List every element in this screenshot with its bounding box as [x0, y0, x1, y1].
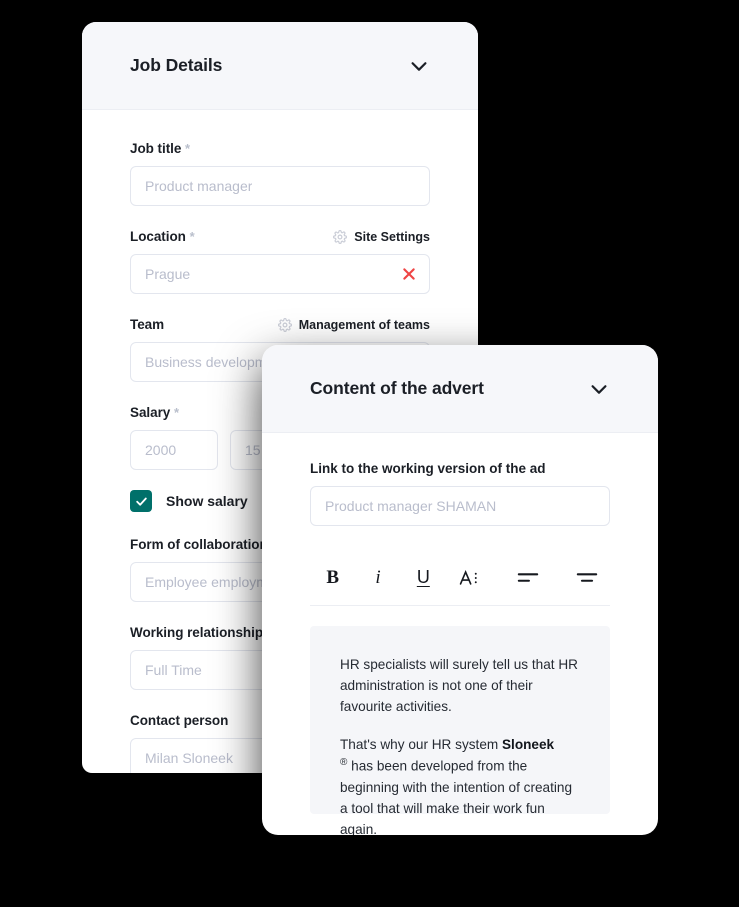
brand-name: Sloneek	[501, 737, 555, 753]
show-salary-checkbox[interactable]	[130, 490, 152, 512]
align-left-icon[interactable]	[505, 559, 550, 597]
screenshot-stage: Job Details Job title * Product manager	[0, 0, 739, 907]
advert-link-input[interactable]: Product manager SHAMAN	[310, 486, 610, 526]
advert-body: Link to the working version of the ad Pr…	[262, 433, 658, 835]
required-marker: *	[173, 405, 179, 420]
label-form-of-collaboration: Form of collaboration	[130, 537, 268, 552]
required-marker: *	[189, 229, 195, 244]
label-text: Job title	[130, 141, 182, 156]
job-title-placeholder: Product manager	[145, 178, 253, 194]
underline-icon[interactable]: U	[401, 559, 446, 597]
editor-paragraph-1: HR specialists will surely tell us that …	[340, 657, 578, 715]
label-location: Location *	[130, 229, 195, 244]
management-of-teams-link[interactable]: Management of teams	[277, 317, 430, 332]
field-location: Location * Site Settings Prague	[130, 228, 430, 294]
editor-p2-post: has been developed from the beginning wi…	[340, 758, 573, 835]
label-salary: Salary *	[130, 405, 179, 420]
job-details-header[interactable]: Job Details	[82, 22, 478, 110]
label-row-job-title: Job title *	[130, 140, 430, 157]
text-style-icon[interactable]	[446, 559, 491, 597]
advert-link-placeholder: Product manager SHAMAN	[325, 498, 497, 514]
chevron-down-icon[interactable]	[588, 378, 610, 400]
gear-icon	[277, 317, 292, 332]
label-contact-person: Contact person	[130, 713, 229, 728]
field-job-title: Job title * Product manager	[130, 140, 430, 206]
advert-header[interactable]: Content of the advert	[262, 345, 658, 433]
working-relationship-placeholder: Full Time	[145, 662, 202, 678]
required-marker: *	[185, 141, 191, 156]
site-settings-link[interactable]: Site Settings	[333, 230, 430, 244]
chevron-down-icon[interactable]	[408, 55, 430, 77]
close-icon[interactable]	[401, 266, 417, 282]
label-text: Location	[130, 229, 186, 244]
salary-to-placeholder: 15	[245, 442, 261, 458]
label-text: Team	[130, 317, 165, 332]
job-details-title: Job Details	[130, 55, 223, 75]
advert-link-label: Link to the working version of the ad	[310, 461, 546, 476]
label-job-title: Job title *	[130, 141, 190, 156]
italic-icon[interactable]: i	[355, 559, 400, 597]
label-team: Team	[130, 317, 164, 332]
advert-content-card: Content of the advert Link to the workin…	[262, 345, 658, 835]
editor-toolbar: B i U	[310, 552, 610, 606]
job-title-input[interactable]: Product manager	[130, 166, 430, 206]
label-row-location: Location * Site Settings	[130, 228, 430, 245]
label-text: Salary	[130, 405, 171, 420]
label-row-team: Team Management of teams	[130, 316, 430, 333]
management-of-teams-label: Management of teams	[298, 317, 430, 332]
location-input[interactable]: Prague	[130, 254, 430, 294]
align-center-icon[interactable]	[565, 559, 610, 597]
advert-editor-content[interactable]: HR specialists will surely tell us that …	[310, 626, 610, 835]
location-placeholder: Prague	[145, 266, 191, 282]
contact-person-placeholder: Milan Sloneek	[145, 750, 233, 766]
salary-from-placeholder: 2000	[145, 442, 177, 458]
advert-title: Content of the advert	[310, 378, 484, 398]
editor-paragraph-2: That's why our HR system Sloneek ® has be…	[340, 734, 580, 835]
salary-from-input[interactable]: 2000	[130, 430, 218, 470]
bold-icon[interactable]: B	[310, 559, 355, 597]
site-settings-label: Site Settings	[354, 229, 430, 244]
label-working-relationship: Working relationship	[130, 625, 264, 640]
check-icon	[135, 497, 147, 506]
show-salary-label: Show salary	[166, 493, 248, 509]
editor-p2-pre: That's why our HR system	[340, 737, 502, 753]
gear-icon	[333, 229, 348, 244]
